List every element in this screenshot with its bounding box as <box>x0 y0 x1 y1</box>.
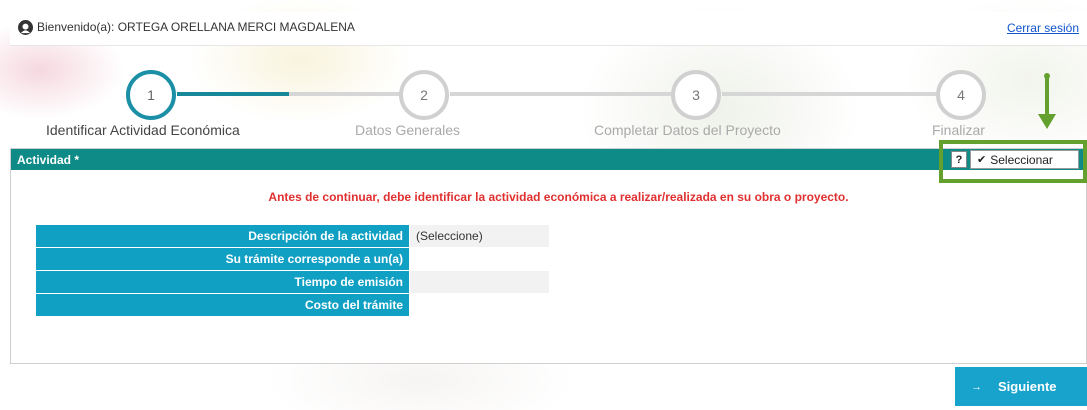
step-4-circle[interactable]: 4 <box>936 70 986 120</box>
row-label: Su trámite corresponde a un(a) <box>35 247 410 271</box>
step-2-circle[interactable]: 2 <box>399 70 449 120</box>
step-line-1-2 <box>289 92 400 96</box>
table-row: Costo del trámite <box>35 293 550 317</box>
row-value <box>409 270 550 294</box>
activity-info-table: Descripción de la actividad (Seleccione)… <box>35 224 550 317</box>
arrow-down-icon <box>1038 73 1056 129</box>
step-2-label: Datos Generales <box>355 122 461 138</box>
select-button[interactable]: ✔ Seleccionar <box>970 150 1079 169</box>
check-icon: ✔ <box>977 154 987 166</box>
top-bar: Bienvenido(a): ORTEGA ORELLANA MERCI MAG… <box>10 12 1087 46</box>
warning-message: Antes de continuar, debe identificar la … <box>0 190 1077 204</box>
step-line-2-3 <box>450 92 672 96</box>
row-label: Costo del trámite <box>35 293 410 317</box>
row-label: Tiempo de emisión <box>35 270 410 294</box>
step-1-circle[interactable]: 1 <box>126 70 176 120</box>
arrow-right-icon: → <box>971 380 982 393</box>
next-button[interactable]: → Siguiente <box>955 367 1087 406</box>
next-button-label: Siguiente <box>998 379 1057 394</box>
row-value <box>409 293 550 317</box>
table-row: Su trámite corresponde a un(a) <box>35 247 550 271</box>
row-value: (Seleccione) <box>409 224 550 248</box>
warning-text: Antes de continuar, debe identificar la … <box>268 190 849 204</box>
step-line-3-4 <box>722 92 936 96</box>
step-1-label: Identificar Actividad Económica <box>46 122 240 138</box>
welcome-text: Bienvenido(a): ORTEGA ORELLANA MERCI MAG… <box>37 20 355 34</box>
step-3-label: Completar Datos del Proyecto <box>594 122 781 138</box>
help-button[interactable]: ? <box>951 151 967 168</box>
row-label: Descripción de la actividad <box>35 224 410 248</box>
step-4-label: Finalizar <box>932 122 985 138</box>
row-value <box>409 247 550 271</box>
step-3-circle[interactable]: 3 <box>671 70 721 120</box>
logout-link[interactable]: Cerrar sesión <box>1007 21 1079 35</box>
table-row: Descripción de la actividad (Seleccione) <box>35 224 550 248</box>
panel-title: Actividad * <box>11 149 1086 170</box>
table-row: Tiempo de emisión <box>35 270 550 294</box>
select-button-label: Seleccionar <box>990 152 1053 167</box>
user-icon <box>18 20 33 35</box>
step-progress-line <box>177 92 289 96</box>
